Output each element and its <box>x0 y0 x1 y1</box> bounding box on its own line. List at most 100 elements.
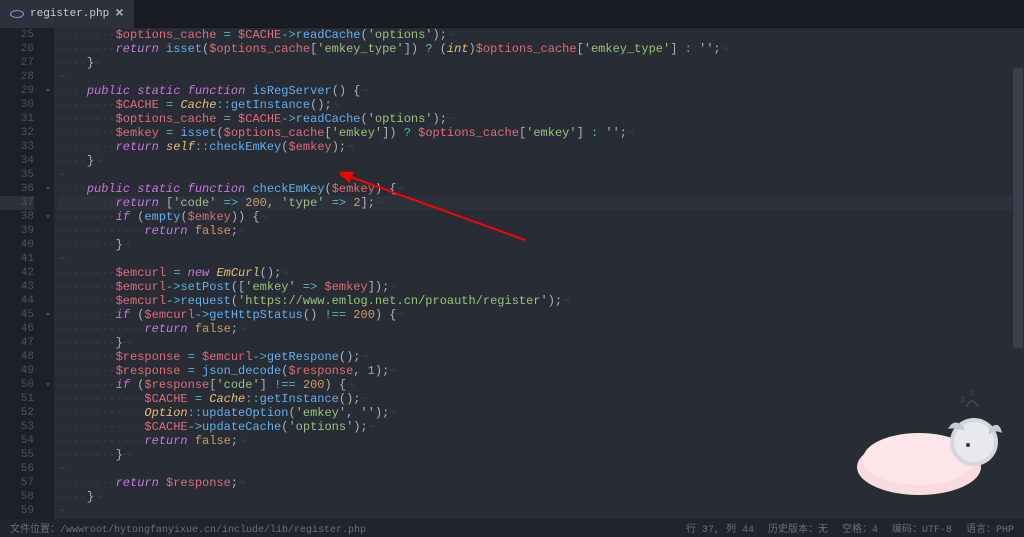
code-line[interactable]: ········$emcurl = new EmCurl();¬ <box>58 266 1024 280</box>
line-numbers: 2526272829303132333435363738394041424344… <box>0 28 42 519</box>
status-encoding[interactable]: 编码：UTF-8 <box>892 520 952 536</box>
line-number: 47 <box>0 336 34 350</box>
fold-marker[interactable]: ▾ <box>42 210 54 224</box>
php-icon <box>10 7 24 21</box>
code-line[interactable]: ········$emcurl->setPost(['emkey' => $em… <box>58 280 1024 294</box>
fold-marker <box>42 280 54 294</box>
scrollbar-vertical[interactable] <box>1012 28 1024 519</box>
line-number: 54 <box>0 434 34 448</box>
close-icon[interactable]: × <box>115 6 123 22</box>
code-line[interactable]: ········return self::checkEmKey($emkey);… <box>58 140 1024 154</box>
line-number: 28 <box>0 70 34 84</box>
status-history[interactable]: 历史版本：无 <box>768 520 828 536</box>
code-line[interactable]: ············$CACHE = Cache::getInstance(… <box>58 392 1024 406</box>
line-number: 32 <box>0 126 34 140</box>
fold-marker <box>42 98 54 112</box>
code-line[interactable]: ········$CACHE = Cache::getInstance();¬ <box>58 98 1024 112</box>
line-number: 31 <box>0 112 34 126</box>
code-line[interactable]: ········if ($response['code'] !== 200) {… <box>58 378 1024 392</box>
code-line[interactable]: ········$response = $emcurl->getRespone(… <box>58 350 1024 364</box>
editor: 2526272829303132333435363738394041424344… <box>0 28 1024 519</box>
fold-marker <box>42 224 54 238</box>
code-line[interactable]: ¬ <box>58 70 1024 84</box>
code-line[interactable]: ····}¬ <box>58 56 1024 70</box>
code-line[interactable]: ····}¬ <box>58 490 1024 504</box>
line-number: 46 <box>0 322 34 336</box>
code-line[interactable]: ············$CACHE->updateCache('options… <box>58 420 1024 434</box>
fold-marker[interactable]: ▾ <box>42 308 54 322</box>
fold-marker <box>42 168 54 182</box>
line-number: 53 <box>0 420 34 434</box>
line-number: 40 <box>0 238 34 252</box>
code-line[interactable]: ········return isset($options_cache['emk… <box>58 42 1024 56</box>
status-spaces[interactable]: 空格：4 <box>842 520 878 536</box>
code-line[interactable]: ¬ <box>58 504 1024 518</box>
line-number: 41 <box>0 252 34 266</box>
line-number: 29 <box>0 84 34 98</box>
code-line[interactable]: ····public static function checkEmKey($e… <box>58 182 1024 196</box>
fold-marker <box>42 364 54 378</box>
code-line[interactable]: ········}¬ <box>58 238 1024 252</box>
fold-marker <box>42 252 54 266</box>
code-line[interactable]: ········$emkey = isset($options_cache['e… <box>58 126 1024 140</box>
code-line[interactable]: ········return $response;¬ <box>58 476 1024 490</box>
fold-column[interactable]: ▾ ▾ ▾ ▾ ▾ <box>42 28 54 519</box>
code-line[interactable]: ····public static function isRegServer()… <box>58 84 1024 98</box>
code-line[interactable]: ············return false;¬ <box>58 434 1024 448</box>
fold-marker <box>42 392 54 406</box>
code-line[interactable]: ········return ['code' => 200, 'type' =>… <box>58 196 1024 210</box>
fold-marker <box>42 476 54 490</box>
tab-register[interactable]: register.php × <box>0 0 134 28</box>
line-number: 49 <box>0 364 34 378</box>
code-line[interactable]: ········if ($emcurl->getHttpStatus() !==… <box>58 308 1024 322</box>
code-line[interactable]: ¬ <box>58 252 1024 266</box>
code-line[interactable]: ············return false;¬ <box>58 322 1024 336</box>
code-line[interactable]: ············Option::updateOption('emkey'… <box>58 406 1024 420</box>
status-cursor[interactable]: 行 37, 列 44 <box>686 520 754 536</box>
code-line[interactable]: ············return false;¬ <box>58 224 1024 238</box>
line-number: 58 <box>0 490 34 504</box>
code-line[interactable]: ¬ <box>58 168 1024 182</box>
code-line[interactable]: ········$response = json_decode($respons… <box>58 364 1024 378</box>
code-line[interactable]: ····}¬ <box>58 154 1024 168</box>
fold-marker[interactable]: ▾ <box>42 182 54 196</box>
tab-label: register.php <box>30 8 109 20</box>
fold-marker <box>42 294 54 308</box>
fold-marker[interactable]: ▾ <box>42 378 54 392</box>
fold-marker <box>42 322 54 336</box>
line-number: 45 <box>0 308 34 322</box>
fold-marker <box>42 140 54 154</box>
status-lang[interactable]: 语言：PHP <box>966 520 1014 536</box>
line-number: 56 <box>0 462 34 476</box>
line-number: 37 <box>0 196 34 210</box>
code-line[interactable]: ¬ <box>58 462 1024 476</box>
code-area[interactable]: ········$options_cache = $CACHE->readCac… <box>54 28 1024 519</box>
status-filepath: 文件位置：/wwwroot/hytongfanyixue.cn/include/… <box>10 520 366 536</box>
fold-marker <box>42 154 54 168</box>
fold-marker <box>42 70 54 84</box>
code-line[interactable]: ········if (empty($emkey)) {¬ <box>58 210 1024 224</box>
fold-marker <box>42 28 54 42</box>
fold-marker <box>42 406 54 420</box>
fold-marker <box>42 462 54 476</box>
code-line[interactable]: ········$options_cache = $CACHE->readCac… <box>58 112 1024 126</box>
code-line[interactable]: ········}¬ <box>58 336 1024 350</box>
fold-marker[interactable]: ▾ <box>42 84 54 98</box>
code-line[interactable]: ········}¬ <box>58 448 1024 462</box>
line-number: 35 <box>0 168 34 182</box>
scrollbar-thumb[interactable] <box>1013 68 1023 348</box>
fold-marker <box>42 448 54 462</box>
fold-marker <box>42 126 54 140</box>
code-line[interactable]: ········$options_cache = $CACHE->readCac… <box>58 28 1024 42</box>
line-number: 30 <box>0 98 34 112</box>
line-number: 42 <box>0 266 34 280</box>
fold-marker <box>42 434 54 448</box>
code-line[interactable]: ········$emcurl->request('https://www.em… <box>58 294 1024 308</box>
line-number: 39 <box>0 224 34 238</box>
fold-marker <box>42 336 54 350</box>
tab-bar: register.php × <box>0 0 1024 28</box>
line-number: 27 <box>0 56 34 70</box>
fold-marker <box>42 42 54 56</box>
line-number: 33 <box>0 140 34 154</box>
fold-marker <box>42 196 54 210</box>
